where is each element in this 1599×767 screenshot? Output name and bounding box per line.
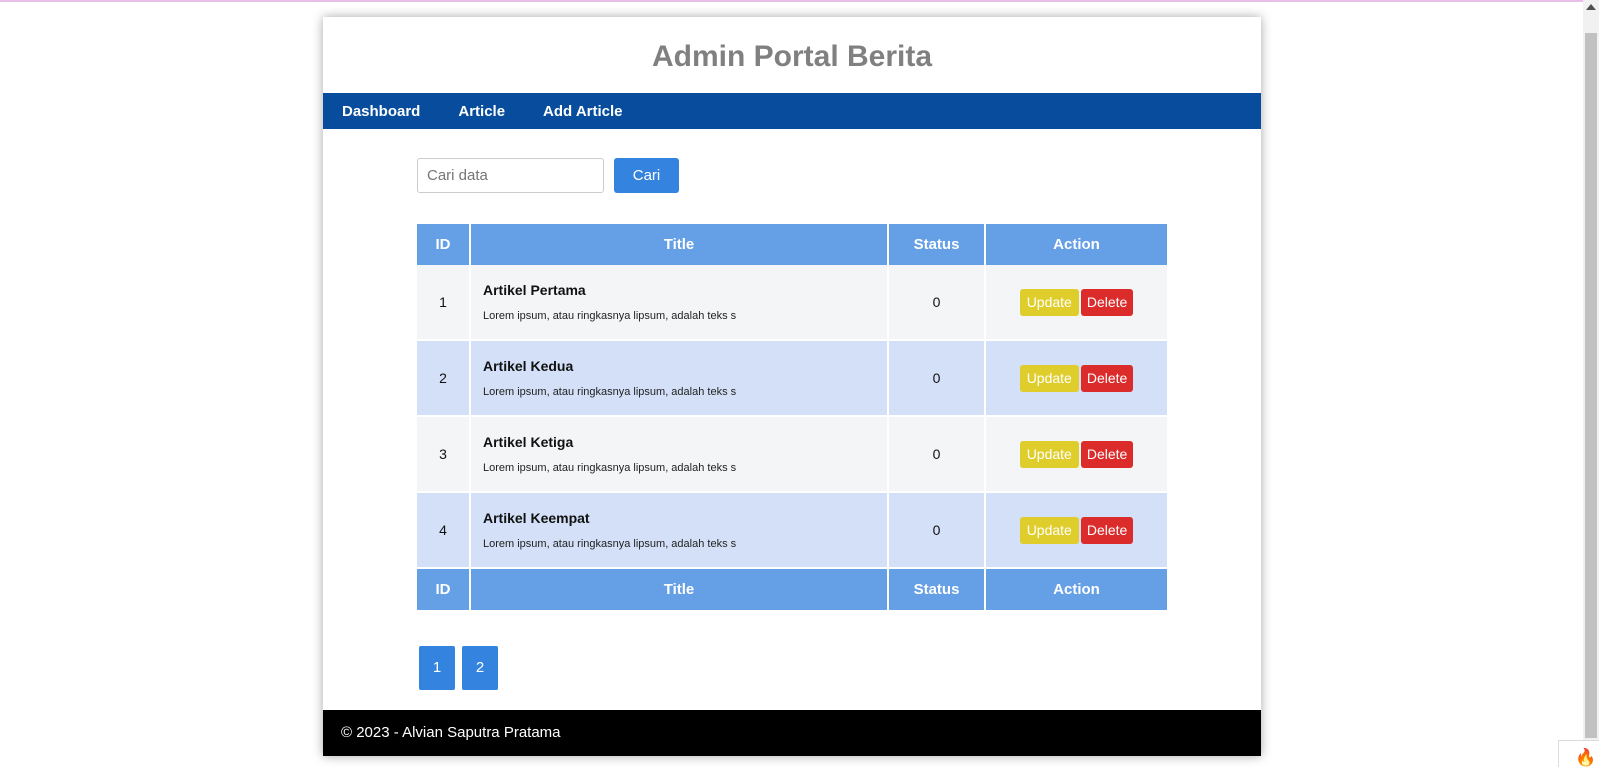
- top-border: [0, 0, 1583, 2]
- page-title: Admin Portal Berita: [651, 40, 933, 73]
- page-container: Admin Portal Berita Dashboard Article Ad…: [323, 17, 1261, 756]
- vertical-scrollbar[interactable]: [1583, 0, 1599, 767]
- update-button[interactable]: Update: [1019, 440, 1079, 468]
- article-excerpt: Lorem ipsum, atau ringkasnya lipsum, ada…: [483, 386, 737, 398]
- cell-action: Update Delete: [985, 265, 1167, 340]
- delete-button[interactable]: Delete: [1080, 440, 1134, 468]
- update-button[interactable]: Update: [1019, 288, 1079, 316]
- pagination: 1 2: [419, 646, 505, 690]
- article-excerpt: Lorem ipsum, atau ringkasnya lipsum, ada…: [483, 538, 737, 550]
- cell-id: 4: [417, 492, 471, 568]
- cell-action: Update Delete: [985, 340, 1167, 416]
- search-form: Cari: [417, 158, 679, 193]
- column-header-action: Action: [985, 224, 1167, 265]
- copyright-text: © 2023 - Alvian Saputra Pratama: [341, 724, 561, 741]
- table-row: 2 Artikel Kedua Lorem ipsum, atau ringka…: [417, 340, 1167, 416]
- column-footer-status: Status: [888, 568, 986, 610]
- column-header-status: Status: [888, 224, 986, 265]
- cell-action: Update Delete: [985, 416, 1167, 492]
- cell-title: Artikel Ketiga Lorem ipsum, atau ringkas…: [470, 416, 889, 492]
- article-title: Artikel Keempat: [483, 510, 590, 526]
- flame-icon: 🔥: [1575, 748, 1597, 767]
- corner-widget[interactable]: 🔥: [1558, 740, 1599, 767]
- column-footer-id: ID: [417, 568, 471, 610]
- search-button[interactable]: Cari: [614, 158, 679, 193]
- nav-item-dashboard[interactable]: Dashboard: [342, 103, 420, 120]
- nav-item-add-article[interactable]: Add Article: [543, 103, 622, 120]
- page-link-1[interactable]: 1: [419, 646, 455, 690]
- cell-title: Artikel Keempat Lorem ipsum, atau ringka…: [470, 492, 889, 568]
- nav-item-article[interactable]: Article: [458, 103, 505, 120]
- search-input[interactable]: [417, 158, 604, 193]
- table-row: 1 Artikel Pertama Lorem ipsum, atau ring…: [417, 265, 1167, 340]
- table-header-row: ID Title Status Action: [417, 224, 1167, 265]
- column-header-title: Title: [470, 224, 889, 265]
- table-row: 3 Artikel Ketiga Lorem ipsum, atau ringk…: [417, 416, 1167, 492]
- cell-status: 0: [888, 416, 986, 492]
- page-header: Admin Portal Berita: [323, 17, 1261, 93]
- cell-id: 1: [417, 265, 471, 340]
- update-button[interactable]: Update: [1019, 364, 1079, 392]
- table-row: 4 Artikel Keempat Lorem ipsum, atau ring…: [417, 492, 1167, 568]
- delete-button[interactable]: Delete: [1080, 516, 1134, 544]
- cell-action: Update Delete: [985, 492, 1167, 568]
- table-footer-row: ID Title Status Action: [417, 568, 1167, 610]
- column-footer-title: Title: [470, 568, 889, 610]
- cell-status: 0: [888, 492, 986, 568]
- column-footer-action: Action: [985, 568, 1167, 610]
- main-navbar: Dashboard Article Add Article: [323, 93, 1261, 129]
- main-content: Cari ID Title Status Action 1 Artikel Pe…: [323, 129, 1261, 710]
- column-header-id: ID: [417, 224, 471, 265]
- page-link-2[interactable]: 2: [462, 646, 498, 690]
- article-excerpt: Lorem ipsum, atau ringkasnya lipsum, ada…: [483, 462, 737, 474]
- update-button[interactable]: Update: [1019, 516, 1079, 544]
- cell-id: 2: [417, 340, 471, 416]
- cell-id: 3: [417, 416, 471, 492]
- cell-status: 0: [888, 265, 986, 340]
- page-footer: © 2023 - Alvian Saputra Pratama: [323, 710, 1261, 756]
- article-excerpt: Lorem ipsum, atau ringkasnya lipsum, ada…: [483, 310, 737, 322]
- scrollbar-thumb[interactable]: [1585, 33, 1597, 738]
- delete-button[interactable]: Delete: [1080, 364, 1134, 392]
- scroll-up-arrow-icon[interactable]: [1586, 4, 1596, 10]
- cell-title: Artikel Kedua Lorem ipsum, atau ringkasn…: [470, 340, 889, 416]
- articles-table: ID Title Status Action 1 Artikel Pertama…: [417, 224, 1167, 610]
- article-title: Artikel Ketiga: [483, 434, 574, 450]
- article-title: Artikel Kedua: [483, 358, 574, 374]
- delete-button[interactable]: Delete: [1080, 288, 1134, 316]
- cell-title: Artikel Pertama Lorem ipsum, atau ringka…: [470, 265, 889, 340]
- article-title: Artikel Pertama: [483, 282, 586, 298]
- cell-status: 0: [888, 340, 986, 416]
